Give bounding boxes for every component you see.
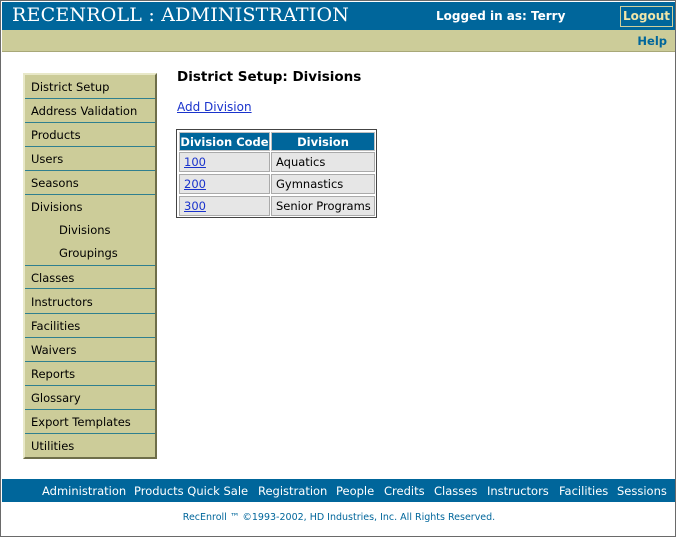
sidebar-item-utilities[interactable]: Utilities (25, 434, 155, 458)
table-row-code-cell: 300 (179, 196, 270, 216)
footer-link-products-quick-sale[interactable]: Products Quick Sale (134, 484, 248, 498)
table-row-name-cell: Senior Programs (271, 196, 375, 216)
division-code-link[interactable]: 100 (184, 155, 206, 169)
app-title: RECENROLL : ADMINISTRATION (12, 4, 350, 26)
division-code-link[interactable]: 300 (184, 199, 206, 213)
footer-link-registration[interactable]: Registration (258, 484, 327, 498)
utility-bar: Help (2, 30, 675, 52)
divisions-table: Division Code Division 100 Aquatics 200 … (176, 129, 377, 218)
sidebar-item-seasons[interactable]: Seasons (25, 171, 155, 195)
sidebar-item-instructors[interactable]: Instructors (25, 290, 155, 314)
sidebar-subitem-groupings[interactable]: Groupings (25, 242, 155, 265)
add-division-link[interactable]: Add Division (177, 100, 252, 114)
table-row-code-cell: 200 (179, 174, 270, 194)
copyright-notice: RecEnroll ™ ©1993-2002, HD Industries, I… (182, 512, 496, 523)
sidebar-item-address-validation[interactable]: Address Validation (25, 99, 155, 123)
column-header-division-code: Division Code (179, 132, 270, 151)
division-code-link[interactable]: 200 (184, 177, 206, 191)
footer-link-sessions[interactable]: Sessions (617, 484, 667, 498)
sidebar-item-waivers[interactable]: Waivers (25, 338, 155, 362)
footer-link-instructors[interactable]: Instructors (487, 484, 549, 498)
help-link[interactable]: Help (637, 34, 667, 48)
table-row-name-cell: Gymnastics (271, 174, 375, 194)
sidebar-item-classes[interactable]: Classes (25, 265, 155, 289)
header-bar: RECENROLL : ADMINISTRATION Logged in as:… (2, 2, 675, 30)
sidebar-subitem-divisions[interactable]: Divisions (25, 219, 155, 242)
sidebar-item-reports[interactable]: Reports (25, 362, 155, 386)
footer-link-people[interactable]: People (336, 484, 374, 498)
table-row-name-cell: Aquatics (271, 152, 375, 172)
sidebar-item-export-templates[interactable]: Export Templates (25, 410, 155, 434)
sidebar-item-facilities[interactable]: Facilities (25, 314, 155, 338)
logout-button[interactable]: Logout (620, 6, 673, 27)
table-row-code-cell: 100 (179, 152, 270, 172)
app-window: RECENROLL : ADMINISTRATION Logged in as:… (0, 0, 676, 537)
sidebar-nav: District Setup Address Validation Produc… (23, 73, 157, 459)
column-header-division: Division (271, 132, 375, 151)
sidebar-item-divisions[interactable]: Divisions (25, 195, 155, 219)
footer-link-classes[interactable]: Classes (434, 484, 477, 498)
footer-link-facilities[interactable]: Facilities (559, 484, 608, 498)
logged-in-user: Logged in as: Terry (436, 9, 566, 23)
footer-link-administration[interactable]: Administration (42, 484, 126, 498)
sidebar-item-district-setup[interactable]: District Setup (25, 75, 155, 99)
page-title: District Setup: Divisions (177, 69, 362, 85)
footer-link-credits[interactable]: Credits (384, 484, 425, 498)
sidebar-item-glossary[interactable]: Glossary (25, 386, 155, 410)
sidebar-item-users[interactable]: Users (25, 147, 155, 171)
sidebar-item-products[interactable]: Products (25, 123, 155, 147)
footer-nav-bar: Administration Products Quick Sale Regis… (2, 479, 675, 502)
